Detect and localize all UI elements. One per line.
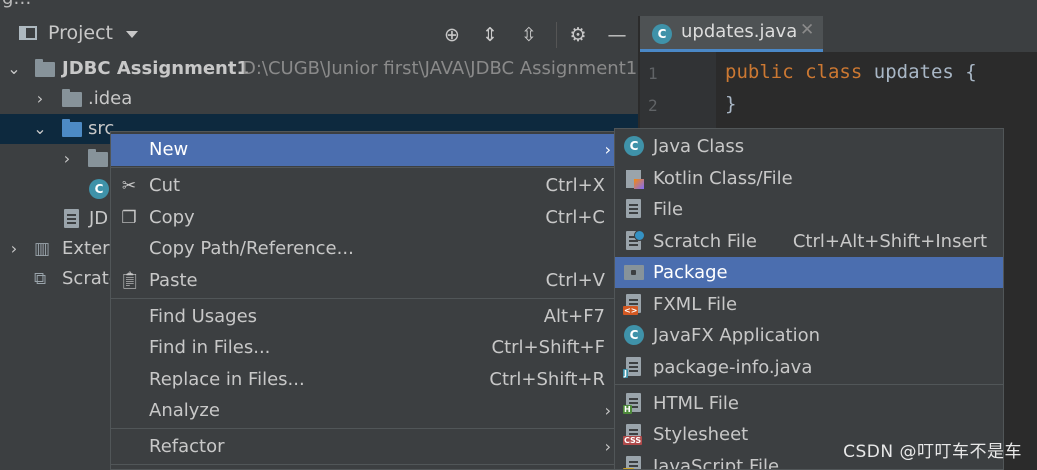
clipboard-icon: 📋︎ (119, 271, 141, 291)
menu-item-analyze[interactable]: Analyze › (111, 395, 615, 427)
source-folder-icon (62, 119, 82, 137)
close-icon[interactable]: ✕ (800, 20, 814, 40)
project-path: D:\CUGB\Junior first\JAVA\JDBC Assignmen… (242, 58, 638, 79)
locate-icon[interactable]: ⊕ (441, 24, 463, 46)
tab-updates-java[interactable]: C updates.java ✕ (640, 16, 823, 52)
tree-item-label: JDBC Assignment1 (62, 58, 249, 79)
view-dropdown-icon[interactable] (126, 31, 138, 38)
submenu-item-package-info[interactable]: J package-info.java (615, 352, 1003, 383)
folder-icon (62, 89, 82, 107)
chevron-down-icon[interactable]: ⌄ (33, 114, 47, 144)
java-class-icon: C (624, 136, 644, 156)
project-panel-header: Project ⊕ ⇕ ⇳ ⚙ — (0, 16, 638, 54)
menu-divider (111, 464, 615, 465)
java-badge: J (623, 369, 628, 378)
collapse-all-icon[interactable]: ⇳ (518, 24, 540, 46)
libraries-icon: ▥ (34, 239, 51, 259)
java-class-icon: C (624, 325, 644, 345)
file-icon (626, 199, 641, 218)
tree-item-label: .idea (88, 88, 133, 109)
java-class-icon: C (89, 179, 109, 199)
menu-item-copy[interactable]: ❐ Copy Ctrl+C (111, 202, 615, 234)
menu-divider (111, 428, 615, 429)
menu-item-find-in-files[interactable]: Find in Files... Ctrl+Shift+F (111, 332, 615, 364)
tree-item-idea[interactable]: › .idea (0, 84, 638, 114)
submenu-item-html-file[interactable]: H HTML File (615, 388, 1003, 419)
menu-item-refactor[interactable]: Refactor › (111, 431, 615, 463)
watermark: CSDN @叮叮车不是车 (843, 442, 1022, 462)
tab-label: updates.java (681, 21, 798, 42)
code-line-2[interactable]: } (725, 93, 736, 115)
chevron-right-icon[interactable]: › (60, 144, 74, 174)
scratches-icon: ⧉ (34, 269, 47, 289)
toolbar-divider (556, 22, 557, 48)
chevron-down-icon[interactable]: ⌄ (7, 54, 21, 84)
scissors-icon: ✂ (121, 176, 137, 196)
fxml-badge: <> (623, 306, 639, 315)
clock-icon (634, 230, 645, 241)
html-badge: H (623, 405, 632, 414)
code-line-1[interactable]: public class updates { (725, 61, 977, 83)
submenu-item-fxml-file[interactable]: <> FXML File (615, 289, 1003, 320)
submenu-item-file[interactable]: File (615, 194, 1003, 225)
tree-item-label: JD (89, 208, 109, 229)
hide-icon[interactable]: — (606, 24, 628, 46)
java-class-icon: C (652, 24, 672, 44)
window-title: …g… (0, 0, 31, 9)
submenu-item-javafx-application[interactable]: C JavaFX Application (615, 320, 1003, 351)
chevron-right-icon[interactable]: › (33, 84, 47, 114)
line-number: 1 (648, 64, 658, 83)
project-panel-title[interactable]: Project (48, 22, 113, 44)
menu-item-copy-path[interactable]: Copy Path/Reference... (111, 233, 615, 265)
window-title-bar: …g… (0, 0, 1037, 16)
menu-item-paste[interactable]: 📋︎ Paste Ctrl+V (111, 265, 615, 297)
chevron-right-icon[interactable]: › (7, 234, 21, 264)
submenu-item-java-class[interactable]: C Java Class (615, 131, 1003, 162)
file-icon (64, 209, 79, 228)
editor-tab-bar: C updates.java ✕ (640, 16, 1037, 52)
chevron-right-icon: › (604, 401, 611, 420)
java-file-icon (626, 357, 641, 376)
menu-item-replace-in-files[interactable]: Replace in Files... Ctrl+Shift+R (111, 364, 615, 396)
kotlin-file-icon (626, 170, 644, 189)
menu-item-find-usages[interactable]: Find Usages Alt+F7 (111, 301, 615, 333)
context-menu: New › ✂ Cut Ctrl+X ❐ Copy Ctrl+C Copy Pa… (110, 131, 616, 470)
expand-all-icon[interactable]: ⇕ (479, 24, 501, 46)
menu-item-new[interactable]: New › (111, 134, 615, 166)
menu-divider (615, 384, 1003, 385)
submenu-item-scratch-file[interactable]: Scratch File Ctrl+Alt+Shift+Insert (615, 226, 1003, 257)
package-icon (624, 265, 644, 280)
chevron-right-icon: › (604, 437, 611, 456)
css-badge: CSS (623, 436, 643, 445)
copy-icon: ❐ (121, 208, 137, 228)
menu-item-cut[interactable]: ✂ Cut Ctrl+X (111, 170, 615, 202)
line-number: 2 (648, 96, 658, 115)
tree-item-project-root[interactable]: ⌄ JDBC Assignment1 D:\CUGB\Junior first\… (0, 54, 638, 84)
new-submenu: C Java Class Kotlin Class/File File Scra… (614, 128, 1004, 470)
module-folder-icon (35, 59, 55, 77)
gear-icon[interactable]: ⚙ (567, 24, 589, 46)
chevron-right-icon: › (604, 140, 611, 159)
submenu-item-kotlin-class[interactable]: Kotlin Class/File (615, 163, 1003, 194)
menu-divider (111, 167, 615, 168)
project-window-icon (19, 26, 37, 40)
submenu-item-package[interactable]: Package (615, 257, 1003, 288)
menu-divider (111, 298, 615, 299)
package-icon (88, 149, 108, 167)
